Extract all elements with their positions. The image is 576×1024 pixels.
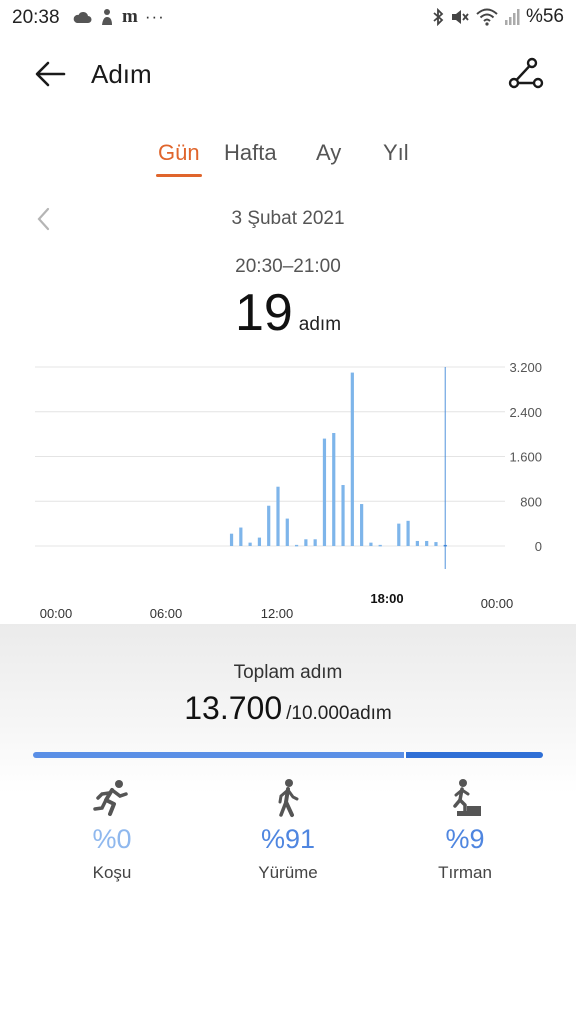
signal-icon (504, 9, 520, 25)
goal-progress-extra (406, 752, 543, 758)
walking-icon (278, 779, 299, 817)
cloud-icon (73, 11, 92, 23)
walking-label: Yürüme (258, 863, 318, 882)
bar (341, 485, 345, 546)
activity-walking: %91 Yürüme (218, 778, 358, 883)
y-tick-label: 0 (535, 539, 542, 554)
period-tabs: Gün Hafta Ay Yıl (0, 136, 576, 180)
activity-running: %0 Koşu (42, 778, 182, 883)
y-tick-label: 2.400 (509, 405, 542, 420)
y-tick-label: 800 (520, 494, 542, 509)
bar (285, 518, 289, 546)
selected-steps: 19 adım (0, 283, 576, 343)
running-icon (93, 780, 128, 816)
bar (434, 542, 438, 546)
bar (322, 438, 327, 546)
wifi-icon (476, 8, 498, 26)
steps-chart-svg: 3.200 2.400 1.600 800 0 00:00 06:00 12:00 18:00 0… (35, 360, 542, 630)
route-icon (508, 57, 544, 89)
notification-letter: m (122, 6, 138, 27)
system-icons: %56 (432, 6, 564, 28)
arrow-left-icon (35, 61, 66, 87)
selected-steps-value: 19 (234, 284, 293, 342)
bar (304, 539, 308, 546)
status-time: 20:38 (12, 7, 60, 28)
status-bar: 20:38 m ··· %56 (0, 0, 576, 36)
bar (239, 527, 243, 546)
goal-steps: /10.000adım (286, 703, 392, 724)
x-tick-label: 12:00 (261, 606, 294, 621)
page-title: Adım (91, 59, 152, 89)
mute-icon (451, 10, 469, 24)
x-tick-label: 18:00 (370, 591, 403, 606)
walking-percent: %91 (260, 824, 316, 854)
notification-icons: m ··· (72, 6, 165, 28)
x-tick-label: 00:00 (40, 606, 73, 621)
date-label: 3 Şubat 2021 (231, 208, 345, 229)
x-tick-label: 06:00 (150, 606, 183, 621)
bar (425, 540, 429, 546)
climbing-icon (449, 779, 481, 816)
bar (415, 540, 419, 546)
total-steps-value: 13.700 (184, 690, 283, 726)
more-notifications-icon: ··· (144, 7, 165, 26)
app-header: Adım (0, 48, 576, 100)
tab-week[interactable]: Hafta (224, 140, 277, 166)
active-tab-indicator (156, 174, 202, 177)
bar (229, 533, 234, 546)
y-tick-label: 3.200 (509, 360, 542, 375)
total-steps: 13.700/10.000adım (0, 690, 576, 727)
tab-day[interactable]: Gün (158, 140, 200, 166)
route-button[interactable] (506, 54, 544, 92)
bar (267, 505, 271, 546)
bar (313, 539, 317, 546)
climbing-label: Tırman (438, 863, 492, 882)
activity-climbing: %9 Tırman (395, 778, 535, 883)
bar (369, 542, 373, 546)
bar (332, 433, 336, 546)
person-hand-icon (102, 9, 112, 25)
tab-year[interactable]: Yıl (383, 140, 409, 166)
selected-time-range: 20:30–21:00 (235, 256, 341, 277)
bar (350, 372, 354, 546)
running-label: Koşu (92, 863, 132, 882)
y-tick-label: 1.600 (509, 450, 542, 465)
bar (248, 542, 252, 546)
tab-month[interactable]: Ay (316, 140, 341, 166)
back-button[interactable] (30, 56, 70, 92)
bluetooth-icon (433, 8, 444, 26)
battery-percent: %56 (525, 6, 564, 27)
x-tick-label: 00:00 (481, 596, 514, 611)
bar (406, 520, 410, 546)
running-percent: %0 (92, 824, 132, 854)
bar (378, 544, 382, 547)
goal-progress-bar (33, 752, 543, 758)
steps-chart[interactable]: 3.200 2.400 1.600 800 0 00:00 06:00 12:00 18:00 0… (0, 345, 576, 630)
bar (276, 486, 280, 546)
bar (397, 523, 401, 546)
climbing-percent: %9 (445, 824, 485, 854)
bar (257, 537, 262, 546)
selected-steps-unit: adım (298, 314, 342, 335)
goal-progress-main (33, 752, 404, 758)
bar (294, 544, 299, 547)
total-steps-label: Toplam adım (233, 662, 343, 683)
bar (360, 504, 364, 546)
